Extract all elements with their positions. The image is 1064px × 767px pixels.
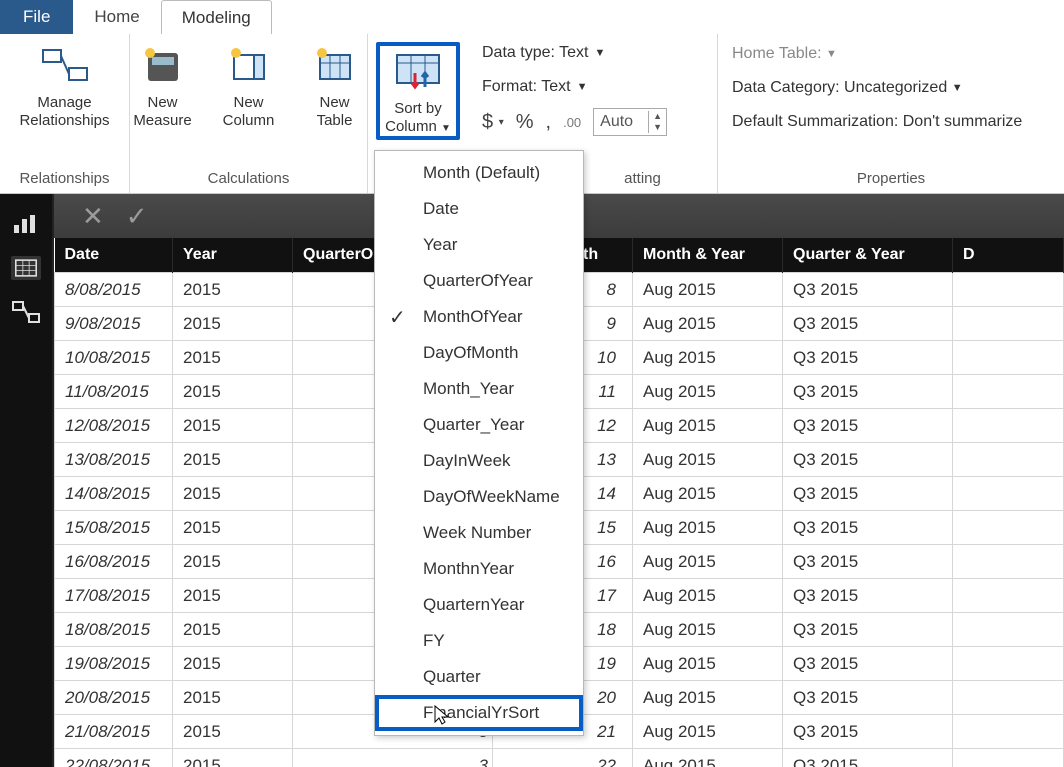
sort-menu-item[interactable]: Quarter xyxy=(375,659,583,695)
sort-menu-item[interactable]: DayInWeek xyxy=(375,443,583,479)
currency-button[interactable]: $ ▾ xyxy=(482,111,504,134)
sort-menu-item[interactable]: DayOfWeekName xyxy=(375,479,583,515)
sort-menu-item[interactable]: QuarterOfYear xyxy=(375,263,583,299)
manage-relationships-label: Manage Relationships xyxy=(19,94,109,130)
new-table-button[interactable]: New Table xyxy=(297,42,373,130)
sort-menu-item[interactable]: Week Number xyxy=(375,515,583,551)
ribbon-group-relationships: Manage Relationships Relationships xyxy=(0,34,130,193)
tab-bar: File Home Modeling xyxy=(0,0,1064,34)
table-icon xyxy=(311,42,359,90)
formula-cancel-icon[interactable]: ✕ xyxy=(82,201,104,232)
view-sidebar xyxy=(0,194,54,767)
sort-icon xyxy=(394,48,442,96)
manage-relationships-button[interactable]: Manage Relationships xyxy=(10,42,120,130)
new-table-label: New Table xyxy=(317,94,353,130)
cursor-icon xyxy=(433,704,451,731)
sort-menu-item[interactable]: QuarternYear xyxy=(375,587,583,623)
decimal-icon[interactable]: .00 xyxy=(563,115,581,130)
sort-menu-item[interactable]: Year xyxy=(375,227,583,263)
sort-menu-item[interactable]: MonthnYear xyxy=(375,551,583,587)
column-header[interactable]: Year xyxy=(173,238,293,273)
tab-modeling[interactable]: Modeling xyxy=(161,0,272,34)
column-icon xyxy=(225,42,273,90)
sort-menu-item[interactable]: Month_Year xyxy=(375,371,583,407)
ribbon-group-calculations: New Measure New Column New Table Calcula… xyxy=(130,34,368,193)
relationships-icon xyxy=(41,42,89,90)
sort-by-column-label: Sort by Column ▼ xyxy=(385,100,451,136)
tab-file[interactable]: File xyxy=(0,0,73,34)
report-view-icon[interactable] xyxy=(11,212,41,236)
thousands-button[interactable]: , xyxy=(546,111,552,134)
table-row[interactable]: 22/08/20152015322Aug 2015Q3 2015 xyxy=(55,749,1064,767)
new-column-label: New Column xyxy=(223,94,275,130)
home-table-dropdown[interactable]: Home Table: ▼ xyxy=(732,40,1050,68)
column-header[interactable]: Date xyxy=(55,238,173,273)
column-header[interactable]: Quarter & Year xyxy=(783,238,953,273)
data-category-dropdown[interactable]: Data Category: Uncategorized ▼ xyxy=(732,74,1050,102)
ribbon-group-properties: Home Table: ▼ Data Category: Uncategoriz… xyxy=(718,34,1064,193)
column-header[interactable]: D xyxy=(953,238,1064,273)
sort-menu-item[interactable]: DayOfMonth xyxy=(375,335,583,371)
measure-icon xyxy=(139,42,187,90)
data-view-icon[interactable] xyxy=(11,256,41,280)
sort-menu-item[interactable]: Quarter_Year xyxy=(375,407,583,443)
group-title-calculations: Calculations xyxy=(208,166,290,193)
sort-menu-item[interactable]: MonthOfYear xyxy=(375,299,583,335)
tab-home[interactable]: Home xyxy=(73,0,160,34)
new-measure-button[interactable]: New Measure xyxy=(125,42,201,130)
sort-menu-item[interactable]: FinancialYrSort xyxy=(375,695,583,731)
new-column-button[interactable]: New Column xyxy=(211,42,287,130)
data-type-dropdown[interactable]: Data type: Text ▼ xyxy=(482,40,703,66)
sort-by-column-menu: Month (Default)DateYearQuarterOfYearMont… xyxy=(374,150,584,736)
new-measure-label: New Measure xyxy=(133,94,191,130)
sort-menu-item[interactable]: FY xyxy=(375,623,583,659)
percent-button[interactable]: % xyxy=(516,111,534,134)
decimal-places-spinner[interactable]: Auto ▲▼ xyxy=(593,108,667,136)
formula-commit-icon[interactable]: ✓ xyxy=(126,201,148,232)
model-view-icon[interactable] xyxy=(11,300,41,324)
sort-by-column-button[interactable]: Sort by Column ▼ xyxy=(376,42,460,140)
group-title-relationships: Relationships xyxy=(19,166,109,193)
format-dropdown[interactable]: Format: Text ▼ xyxy=(482,74,703,100)
group-title-properties: Properties xyxy=(732,166,1050,193)
sort-menu-item[interactable]: Month (Default) xyxy=(375,155,583,191)
sort-menu-item[interactable]: Date xyxy=(375,191,583,227)
default-summarization-dropdown[interactable]: Default Summarization: Don't summarize xyxy=(732,108,1050,136)
column-header[interactable]: Month & Year xyxy=(633,238,783,273)
